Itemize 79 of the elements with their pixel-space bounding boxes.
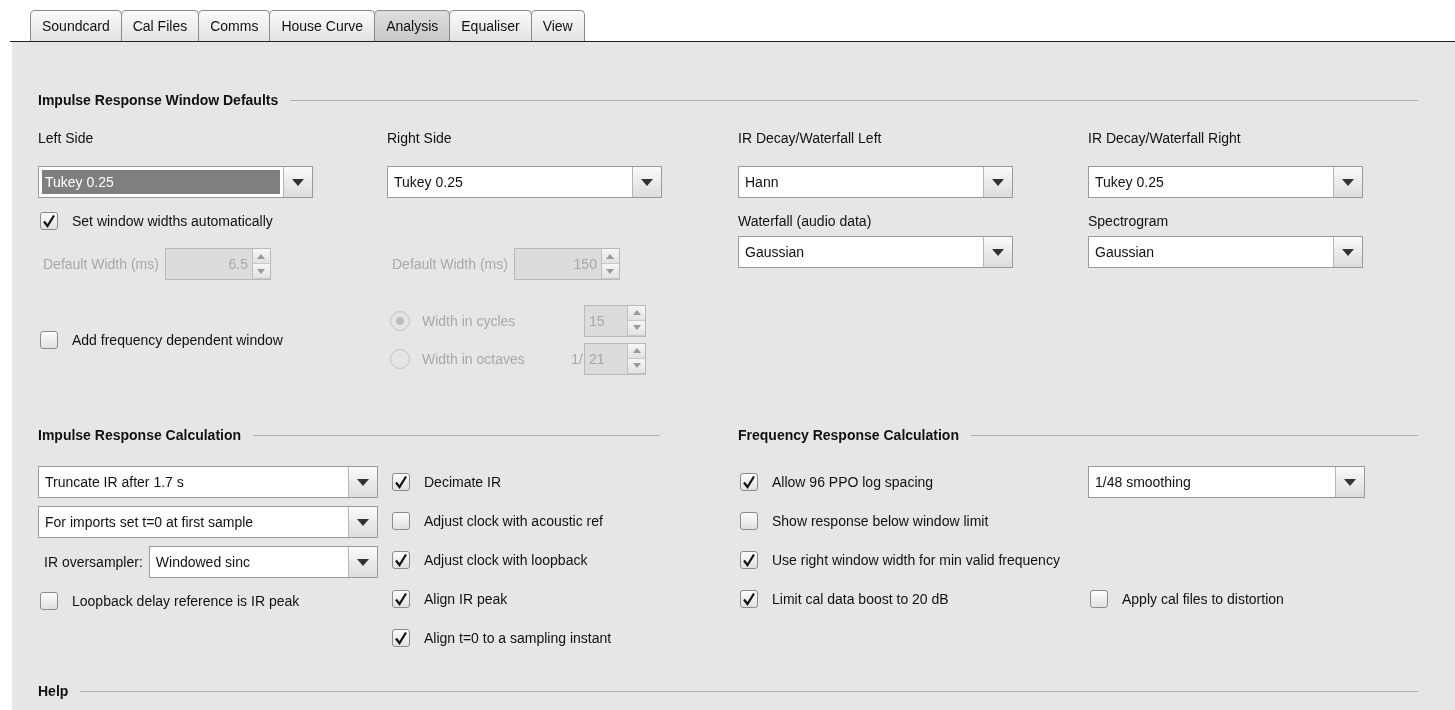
- checkbox[interactable]: [392, 550, 410, 569]
- down-arrow-icon: [257, 268, 266, 274]
- tab[interactable]: Cal Files: [120, 10, 200, 41]
- checkbox[interactable]: [40, 591, 58, 610]
- up-arrow-icon: [632, 348, 641, 353]
- dropdown[interactable]: Gaussian: [1088, 236, 1363, 268]
- dropdown[interactable]: Truncate IR after 1.7 s: [38, 466, 378, 498]
- checkbox[interactable]: [740, 472, 758, 491]
- checkbox-label: Limit cal data boost to 20 dB: [772, 590, 949, 607]
- field-label: Waterfall (audio data): [738, 212, 873, 231]
- caret-icon: [1344, 478, 1356, 486]
- field-label: IR Decay/Waterfall Left: [738, 129, 883, 148]
- field-label: IR Decay/Waterfall Right: [1088, 129, 1242, 148]
- tab[interactable]: Analysis: [374, 10, 451, 41]
- increment-button[interactable]: [628, 305, 645, 321]
- checkbox[interactable]: [740, 550, 758, 569]
- increment-button[interactable]: [628, 343, 645, 359]
- up-arrow-icon: [257, 253, 266, 259]
- down-arrow-icon: [606, 268, 615, 274]
- field-label: Default Width (ms): [392, 256, 508, 272]
- checkbox-label: Use right window width for min valid frequency: [772, 551, 1060, 568]
- tab[interactable]: View: [530, 10, 585, 41]
- checkbox-label: Add frequency dependent window: [72, 331, 283, 348]
- dropdown[interactable]: Hann: [738, 166, 1013, 198]
- section-title: Help: [38, 683, 69, 699]
- checkbox-label: Loopback delay reference is IR peak: [72, 592, 300, 609]
- tab[interactable]: Comms: [198, 10, 271, 41]
- tab[interactable]: House Curve: [269, 10, 376, 41]
- section-title: Frequency Response Calculation: [738, 427, 959, 443]
- dropdown[interactable]: Tukey 0.25: [387, 166, 662, 198]
- dropdown[interactable]: Windowed sinc: [148, 546, 378, 578]
- checkbox[interactable]: [40, 212, 58, 230]
- caret-icon: [357, 518, 369, 526]
- caret-icon: [992, 178, 1004, 186]
- dropdown[interactable]: Gaussian: [738, 236, 1013, 268]
- caret-icon: [992, 248, 1004, 256]
- field-label: IR oversampler:: [43, 554, 143, 570]
- caret-icon: [357, 478, 369, 486]
- checkbox-label: Align IR peak: [424, 590, 508, 607]
- checkbox[interactable]: [740, 589, 758, 608]
- section-title: Impulse Response Calculation: [38, 427, 242, 443]
- prefix-label: 1/: [571, 350, 584, 367]
- checkbox-label: Show response below window limit: [772, 512, 989, 529]
- checkbox-label: Decimate IR: [424, 473, 502, 490]
- dropdown[interactable]: For imports set t=0 at first sample: [38, 506, 378, 538]
- checkbox[interactable]: [40, 330, 58, 349]
- checkbox[interactable]: [392, 589, 410, 608]
- dropdown[interactable]: 1/48 smoothing: [1088, 466, 1365, 498]
- caret-icon: [357, 558, 369, 566]
- caret-icon: [1342, 248, 1354, 256]
- checkbox-label: Allow 96 PPO log spacing: [772, 473, 934, 490]
- up-arrow-icon: [606, 253, 615, 259]
- up-arrow-icon: [632, 310, 641, 315]
- caret-icon: [641, 178, 653, 186]
- caret-icon: [1342, 178, 1354, 186]
- checkbox-label: Set window widths automatically: [72, 213, 273, 229]
- tab[interactable]: Equaliser: [449, 10, 532, 41]
- field-label: Default Width (ms): [43, 256, 159, 272]
- checkbox-label: Align t=0 to a sampling instant: [424, 629, 612, 646]
- dropdown[interactable]: Tukey 0.25: [1088, 166, 1363, 198]
- radio-label: Width in octaves: [422, 350, 525, 367]
- checkbox[interactable]: [392, 511, 410, 530]
- section-title: Impulse Response Window Defaults: [38, 92, 279, 108]
- checkbox[interactable]: [740, 511, 758, 530]
- checkbox-label: Apply cal files to distortion: [1122, 590, 1284, 607]
- down-arrow-icon: [632, 325, 641, 330]
- checkbox[interactable]: [392, 628, 410, 647]
- tab[interactable]: Soundcard: [30, 10, 122, 41]
- field-label: Right Side: [387, 129, 453, 148]
- field-label: Left Side: [38, 129, 95, 148]
- checkbox[interactable]: [1090, 589, 1108, 608]
- checkbox[interactable]: [392, 472, 410, 491]
- checkbox-label: Adjust clock with loopback: [424, 551, 588, 568]
- field-label: Spectrogram: [1088, 212, 1170, 231]
- checkbox-label: Adjust clock with acoustic ref: [424, 512, 603, 529]
- down-arrow-icon: [632, 363, 641, 368]
- radio-label: Width in cycles: [422, 312, 516, 329]
- caret-icon: [292, 178, 304, 186]
- dropdown[interactable]: Tukey 0.25: [38, 166, 313, 198]
